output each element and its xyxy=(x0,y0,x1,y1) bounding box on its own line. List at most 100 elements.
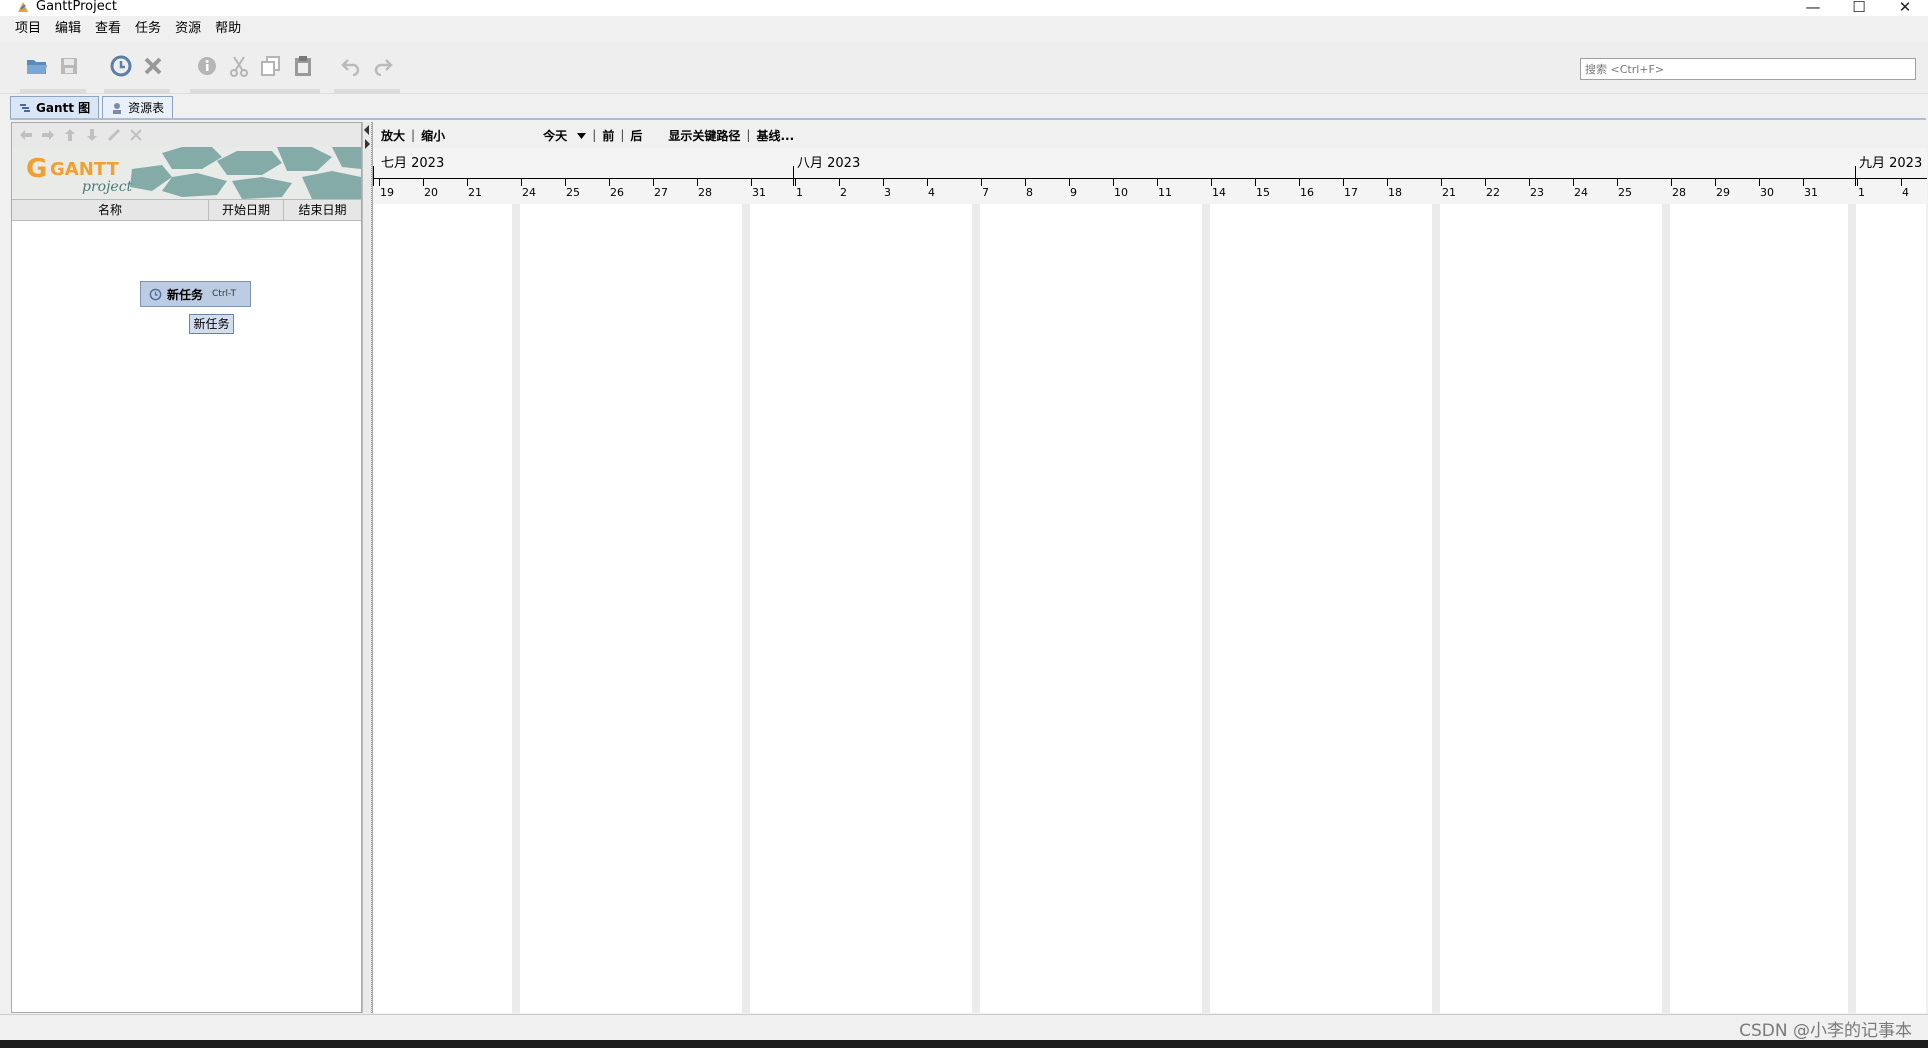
day-label: 23 xyxy=(1530,186,1544,199)
outdent-icon[interactable] xyxy=(18,127,34,143)
clipboard-toolbar-group xyxy=(190,48,320,94)
day-label: 25 xyxy=(566,186,580,199)
file-toolbar-group xyxy=(20,48,86,94)
day-tick xyxy=(423,178,424,186)
day-tick xyxy=(883,178,884,186)
day-tick xyxy=(609,178,610,186)
zoom-in-button[interactable]: 放大 xyxy=(377,127,409,144)
day-tick xyxy=(751,178,752,186)
tab-resources-label: 资源表 xyxy=(128,101,165,115)
unlink-icon[interactable] xyxy=(128,127,144,143)
day-tick xyxy=(839,178,840,186)
day-tick xyxy=(1211,178,1212,186)
info-icon[interactable] xyxy=(194,52,220,80)
logo-text: GANTT xyxy=(50,159,119,180)
view-tabs: Gantt 图 资源表 xyxy=(10,96,174,118)
undo-icon[interactable] xyxy=(338,52,364,80)
copy-icon[interactable] xyxy=(258,52,284,80)
tab-gantt[interactable]: Gantt 图 xyxy=(10,96,100,118)
chevron-down-icon xyxy=(577,133,587,139)
timeline-axis xyxy=(373,178,1927,179)
day-label: 17 xyxy=(1344,186,1358,199)
new-task-clock-icon[interactable] xyxy=(108,52,134,80)
close-window-button[interactable]: ✕ xyxy=(1882,0,1928,16)
separator: | xyxy=(746,128,751,142)
search-input[interactable]: 搜索 <Ctrl+F> xyxy=(1580,58,1916,80)
cut-icon[interactable] xyxy=(226,52,252,80)
resource-icon xyxy=(113,102,122,114)
column-name[interactable]: 名称 xyxy=(12,200,209,220)
move-up-icon[interactable] xyxy=(62,127,78,143)
minimize-button[interactable]: — xyxy=(1790,0,1836,16)
day-tick xyxy=(1617,178,1618,186)
column-start-date[interactable]: 开始日期 xyxy=(209,200,284,220)
day-label: 31 xyxy=(1804,186,1818,199)
day-tick xyxy=(1671,178,1672,186)
open-folder-icon[interactable] xyxy=(24,52,50,80)
link-icon[interactable] xyxy=(106,127,122,143)
paste-icon[interactable] xyxy=(290,52,316,80)
day-label: 4 xyxy=(1902,186,1909,199)
task-table-header: 名称 开始日期 结束日期 xyxy=(12,199,361,221)
day-label: 21 xyxy=(468,186,482,199)
day-tick xyxy=(653,178,654,186)
weekend-column xyxy=(1432,204,1440,1013)
weekend-column xyxy=(742,204,750,1013)
day-label: 15 xyxy=(1256,186,1270,199)
day-label: 14 xyxy=(1212,186,1226,199)
move-down-icon[interactable] xyxy=(84,127,100,143)
day-tick xyxy=(1901,178,1902,186)
day-label: 7 xyxy=(982,186,989,199)
menu-help[interactable]: 帮助 xyxy=(208,16,248,42)
menu-edit[interactable]: 编辑 xyxy=(48,16,88,42)
gantt-project-logo: G GANTT project xyxy=(12,147,361,199)
tabs-underline xyxy=(10,118,1926,120)
today-dropdown[interactable]: 今天 xyxy=(539,127,590,144)
next-button[interactable]: 后 xyxy=(626,127,646,144)
critical-path-button[interactable]: 显示关键路径 xyxy=(664,127,744,144)
weekend-column xyxy=(972,204,980,1013)
day-label: 1 xyxy=(1858,186,1865,199)
zoom-out-button[interactable]: 缩小 xyxy=(417,127,449,144)
day-label: 26 xyxy=(610,186,624,199)
new-task-shortcut: Ctrl-T xyxy=(212,289,236,299)
day-label: 20 xyxy=(424,186,438,199)
day-tick xyxy=(1255,178,1256,186)
panel-splitter[interactable] xyxy=(362,122,372,1013)
day-tick xyxy=(1715,178,1716,186)
collapse-right-icon[interactable] xyxy=(363,138,371,150)
delete-icon[interactable] xyxy=(140,52,166,80)
task-tree-panel: G GANTT project 名称 开始日期 结束日期 新任务 Ctrl-T … xyxy=(11,122,362,1013)
day-label: 11 xyxy=(1158,186,1172,199)
day-tick xyxy=(521,178,522,186)
menu-project[interactable]: 项目 xyxy=(8,16,48,42)
baseline-button[interactable]: 基线... xyxy=(752,127,798,144)
day-label: 10 xyxy=(1114,186,1128,199)
prev-button[interactable]: 前 xyxy=(598,127,618,144)
separator: | xyxy=(620,128,625,142)
day-label: 3 xyxy=(884,186,891,199)
tab-resources[interactable]: 资源表 xyxy=(102,96,174,118)
collapse-left-icon[interactable] xyxy=(363,124,371,136)
weekend-column xyxy=(1848,204,1856,1013)
column-end-date[interactable]: 结束日期 xyxy=(284,200,361,220)
menu-task[interactable]: 任务 xyxy=(128,16,168,42)
new-task-tooltip: 新任务 xyxy=(189,314,234,334)
today-label: 今天 xyxy=(543,128,568,143)
month-label: 九月 2023 xyxy=(1859,156,1923,171)
maximize-button[interactable]: ☐ xyxy=(1836,0,1882,16)
menu-resource[interactable]: 资源 xyxy=(168,16,208,42)
day-label: 24 xyxy=(522,186,536,199)
new-task-button[interactable]: 新任务 Ctrl-T xyxy=(140,281,251,307)
day-tick xyxy=(1485,178,1486,186)
chart-toolbar: 放大 | 缩小 今天 | 前 | 后 显示关键路径 | 基线... xyxy=(373,122,1927,148)
day-tick xyxy=(565,178,566,186)
day-label: 4 xyxy=(928,186,935,199)
indent-icon[interactable] xyxy=(40,127,56,143)
redo-icon[interactable] xyxy=(370,52,396,80)
month-label: 八月 2023 xyxy=(797,156,861,171)
save-icon[interactable] xyxy=(56,52,82,80)
menu-view[interactable]: 查看 xyxy=(88,16,128,42)
day-tick xyxy=(1343,178,1344,186)
day-label: 27 xyxy=(654,186,668,199)
